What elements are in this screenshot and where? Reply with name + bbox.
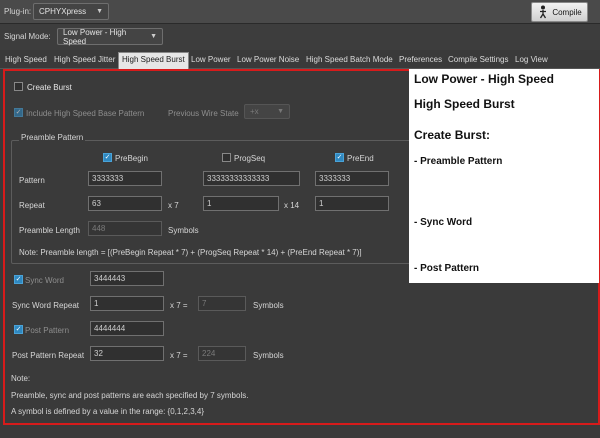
post-pattern-repeat-label: Post Pattern Repeat — [12, 351, 85, 360]
note-line-2: A symbol is defined by a value in the ra… — [11, 407, 205, 416]
post-symbols-label: Symbols — [253, 351, 284, 360]
sync-symbols-label: Symbols — [253, 301, 284, 310]
overlay-line-6: - Post Pattern — [414, 263, 480, 274]
tab-bar: High Speed High Speed Jitter High Speed … — [0, 50, 600, 69]
progseq-checkbox[interactable] — [222, 153, 231, 162]
preend-checkbox[interactable] — [335, 153, 344, 162]
post-multiplier: x 7 = — [170, 351, 188, 360]
tab-high-speed[interactable]: High Speed — [2, 53, 50, 69]
compile-label: Compile — [552, 7, 582, 17]
preamble-length-label: Preamble Length — [19, 226, 80, 235]
progseq-repeat-input[interactable]: 1 — [203, 196, 279, 211]
post-pattern-label: Post Pattern — [25, 326, 70, 335]
create-burst-label: Create Burst — [27, 83, 72, 92]
repeat-label: Repeat — [19, 201, 45, 210]
post-pattern-repeat-input[interactable]: 32 — [90, 346, 164, 361]
preamble-group-title: Preamble Pattern — [19, 133, 86, 142]
top-toolbar: Plug-in: CPHYXpress ▼ Compile — [0, 0, 600, 24]
tab-high-speed-batch-mode[interactable]: High Speed Batch Mode — [303, 53, 396, 69]
plugin-value: CPHYXpress — [39, 7, 87, 16]
tab-low-power[interactable]: Low Power — [188, 53, 234, 69]
chevron-down-icon: ▼ — [150, 33, 157, 40]
sync-word-repeat-input[interactable]: 1 — [90, 296, 164, 311]
tab-low-power-noise[interactable]: Low Power Noise — [234, 53, 302, 69]
note-title: Note: — [11, 374, 31, 383]
post-total-value: 224 — [198, 346, 246, 361]
progseq-pattern-input[interactable]: 33333333333333 — [203, 171, 300, 186]
prebegin-repeat-input[interactable]: 63 — [88, 196, 162, 211]
tab-log-view[interactable]: Log View — [512, 53, 551, 69]
annotation-overlay: Low Power - High Speed High Speed Burst … — [409, 69, 599, 283]
overlay-line-5: - Sync Word — [414, 217, 473, 228]
sync-multiplier: x 7 = — [170, 301, 188, 310]
sync-word-label: Sync Word — [25, 276, 64, 285]
progseq-label: ProgSeq — [234, 154, 266, 163]
prebegin-multiplier: x 7 — [168, 201, 179, 210]
prebegin-checkbox[interactable] — [103, 153, 112, 162]
tab-high-speed-jitter[interactable]: High Speed Jitter — [51, 53, 118, 69]
post-pattern-input[interactable]: 4444444 — [90, 321, 164, 336]
preend-pattern-input[interactable]: 3333333 — [315, 171, 389, 186]
include-hs-base-label: Include High Speed Base Pattern — [26, 109, 145, 118]
signal-mode-bar: Signal Mode: Low Power - High Speed ▼ — [0, 24, 600, 50]
tab-high-speed-burst[interactable]: High Speed Burst — [118, 52, 189, 69]
previous-wire-state-label: Previous Wire State — [168, 109, 239, 118]
include-hs-base-checkbox[interactable] — [14, 108, 23, 117]
sync-word-checkbox[interactable] — [14, 275, 23, 284]
signal-mode-label: Signal Mode: — [4, 32, 51, 41]
sync-word-input[interactable]: 3444443 — [90, 271, 164, 286]
overlay-line-4: - Preamble Pattern — [414, 156, 503, 167]
tab-preferences[interactable]: Preferences — [396, 53, 445, 69]
progseq-multiplier: x 14 — [284, 201, 300, 210]
plugin-label: Plug-in: — [4, 7, 32, 16]
overlay-line-1: Low Power - High Speed — [414, 72, 555, 86]
prebegin-pattern-input[interactable]: 3333333 — [88, 171, 162, 186]
chevron-down-icon: ▼ — [96, 8, 103, 15]
signal-mode-dropdown[interactable]: Low Power - High Speed ▼ — [57, 27, 163, 46]
preamble-symbols-label: Symbols — [168, 226, 199, 235]
preend-label: PreEnd — [347, 154, 374, 163]
previous-wire-state-dropdown[interactable]: +x ▼ — [244, 104, 290, 119]
compile-button[interactable]: Compile — [531, 2, 588, 22]
post-pattern-checkbox[interactable] — [14, 325, 23, 334]
previous-wire-state-value: +x — [250, 107, 259, 116]
create-burst-checkbox[interactable] — [14, 82, 23, 91]
sync-total-value: 7 — [198, 296, 246, 311]
signal-mode-value: Low Power - High Speed — [63, 27, 127, 46]
pattern-label: Pattern — [19, 176, 45, 185]
overlay-line-3: Create Burst: — [414, 128, 491, 142]
note-line-1: Preamble, sync and post patterns are eac… — [11, 391, 249, 400]
overlay-line-2: High Speed Burst — [414, 97, 515, 111]
prebegin-label: PreBegin — [115, 154, 148, 163]
preend-repeat-input[interactable]: 1 — [315, 196, 389, 211]
preamble-note: Note: Preamble length = [(PreBegin Repea… — [19, 248, 362, 257]
sync-word-repeat-label: Sync Word Repeat — [12, 301, 79, 310]
compile-figure-icon — [540, 5, 547, 19]
plugin-dropdown[interactable]: CPHYXpress ▼ — [33, 3, 109, 20]
tab-compile-settings[interactable]: Compile Settings — [445, 53, 511, 69]
preamble-length-value: 448 — [88, 221, 162, 236]
chevron-down-icon: ▼ — [277, 108, 284, 115]
